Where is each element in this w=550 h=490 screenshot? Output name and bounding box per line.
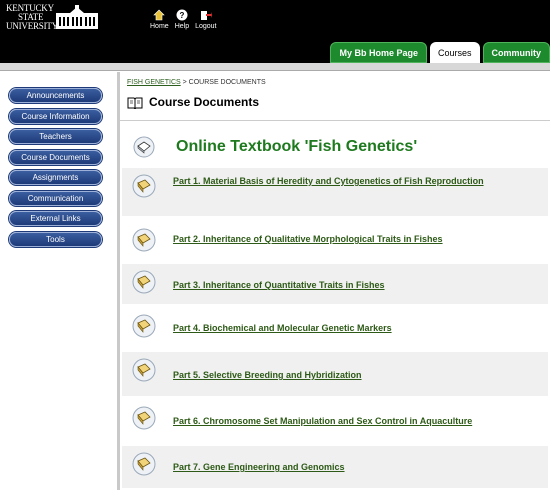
logo-line-3: UNIVERSITY bbox=[6, 21, 58, 31]
building-logo-icon bbox=[56, 5, 98, 29]
home-label: Home bbox=[150, 23, 169, 30]
part-3-link[interactable]: Part 3. Inheritance of Quantitative Trai… bbox=[173, 280, 385, 290]
document-icon bbox=[132, 174, 156, 198]
list-item: Part 7. Gene Engineering and Genomics bbox=[122, 446, 548, 488]
document-icon bbox=[132, 228, 156, 252]
tab-courses[interactable]: Courses bbox=[429, 42, 480, 63]
logout-label: Logout bbox=[195, 23, 217, 30]
page-title: Course Documents bbox=[127, 95, 259, 109]
document-icon bbox=[132, 314, 156, 338]
list-item: Part 2. Inheritance of Qualitative Morph… bbox=[122, 222, 548, 260]
tab-underline-bar bbox=[0, 63, 550, 71]
list-item: Part 5. Selective Breeding and Hybridiza… bbox=[122, 352, 548, 396]
tab-community[interactable]: Community bbox=[482, 42, 550, 63]
help-link[interactable]: ? Help bbox=[175, 9, 189, 30]
list-item: Part 3. Inheritance of Quantitative Trai… bbox=[122, 264, 548, 304]
folder-item-icon bbox=[133, 136, 155, 158]
course-menu: Announcements Course Information Teacher… bbox=[0, 72, 117, 490]
sidebar-item-external-links[interactable]: External Links bbox=[9, 211, 102, 226]
help-icon: ? bbox=[176, 9, 188, 21]
list-item: Part 4. Biochemical and Molecular Geneti… bbox=[122, 308, 548, 348]
sidebar-item-announcements[interactable]: Announcements bbox=[9, 88, 102, 103]
part-1-link[interactable]: Part 1. Material Basis of Heredity and C… bbox=[173, 176, 484, 186]
part-6-link[interactable]: Part 6. Chromosome Set Manipulation and … bbox=[173, 416, 472, 426]
university-logo[interactable]: KENTUCKY STATE UNIVERSITY bbox=[6, 4, 58, 31]
breadcrumb-link-fish-genetics[interactable]: FISH GENETICS bbox=[127, 79, 181, 86]
tab-my-bb-home-page[interactable]: My Bb Home Page bbox=[330, 42, 427, 63]
page-title-text: Course Documents bbox=[149, 95, 260, 109]
list-item: Part 6. Chromosome Set Manipulation and … bbox=[122, 400, 548, 442]
part-4-link[interactable]: Part 4. Biochemical and Molecular Geneti… bbox=[173, 323, 392, 333]
home-link[interactable]: Home bbox=[150, 9, 169, 30]
svg-text:?: ? bbox=[179, 11, 184, 20]
top-nav: Home ? Help Logout bbox=[150, 9, 217, 30]
document-icon bbox=[132, 406, 156, 430]
part-5-link[interactable]: Part 5. Selective Breeding and Hybridiza… bbox=[173, 370, 362, 380]
open-book-icon bbox=[127, 97, 143, 109]
sidebar-item-communication[interactable]: Communication bbox=[9, 191, 102, 206]
document-icon bbox=[132, 358, 156, 382]
breadcrumb: FISH GENETICS > COURSE DOCUMENTS bbox=[127, 79, 266, 86]
part-7-link[interactable]: Part 7. Gene Engineering and Genomics bbox=[173, 462, 345, 472]
home-icon bbox=[153, 9, 166, 21]
textbook-heading: Online Textbook 'Fish Genetics' bbox=[176, 138, 418, 155]
breadcrumb-current: > COURSE DOCUMENTS bbox=[180, 79, 266, 86]
help-label: Help bbox=[174, 23, 190, 30]
top-banner: KENTUCKY STATE UNIVERSITY Home ? Help Lo… bbox=[0, 0, 550, 63]
title-divider bbox=[120, 120, 550, 121]
sidebar-item-course-documents[interactable]: Course Documents bbox=[9, 150, 102, 165]
sidebar-item-assignments[interactable]: Assignments bbox=[9, 170, 102, 185]
sidebar-item-teachers[interactable]: Teachers bbox=[9, 129, 102, 144]
logout-link[interactable]: Logout bbox=[195, 9, 217, 30]
textbook-heading-row: Online Textbook 'Fish Genetics' bbox=[133, 130, 548, 164]
list-item: Part 1. Material Basis of Heredity and C… bbox=[122, 168, 548, 216]
sidebar-item-course-information[interactable]: Course Information bbox=[9, 109, 102, 124]
main-tabs: My Bb Home Page Courses Community bbox=[327, 42, 550, 63]
part-2-link[interactable]: Part 2. Inheritance of Qualitative Morph… bbox=[173, 234, 443, 244]
document-icon bbox=[132, 452, 156, 476]
document-icon bbox=[132, 270, 156, 294]
logout-icon bbox=[200, 11, 212, 20]
sidebar-item-tools[interactable]: Tools bbox=[9, 232, 102, 247]
